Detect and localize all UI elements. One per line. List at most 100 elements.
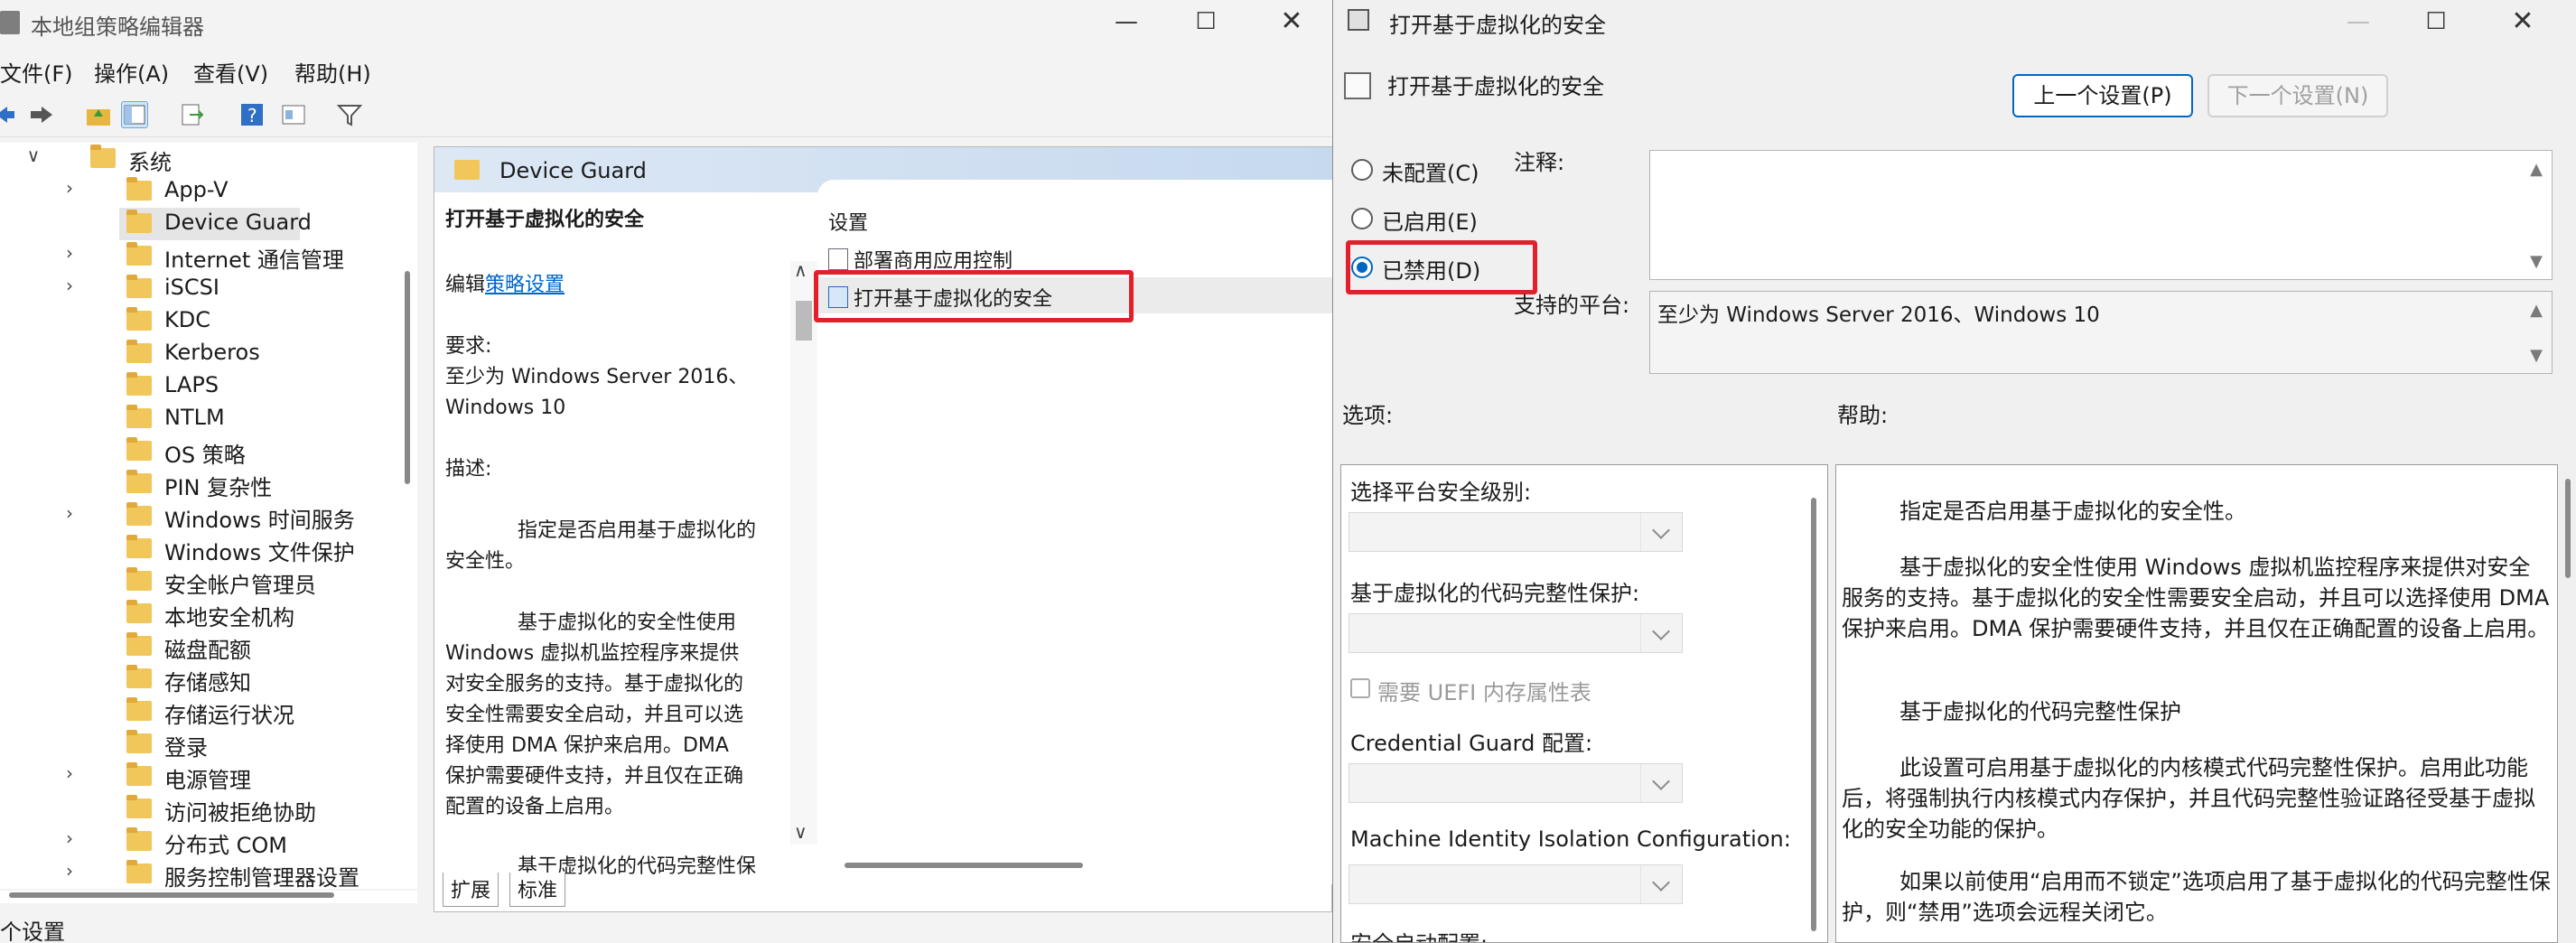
list-horizontal-scrollbar[interactable] bbox=[845, 863, 1083, 868]
settings-column-header[interactable]: 设置 bbox=[828, 207, 868, 236]
up-folder-icon[interactable] bbox=[85, 101, 112, 128]
extended-view-icon[interactable] bbox=[280, 101, 307, 128]
tree-item[interactable]: 存储感知 bbox=[0, 663, 403, 696]
credential-guard-dropdown[interactable] bbox=[1349, 763, 1683, 803]
desc-title: 打开基于虚拟化的安全 bbox=[445, 209, 645, 231]
chevron-down-icon[interactable] bbox=[1640, 865, 1682, 903]
tree-item[interactable]: 本地安全机构 bbox=[0, 598, 403, 630]
tree-item[interactable]: NTLM bbox=[0, 403, 403, 435]
show-hide-tree-icon[interactable] bbox=[121, 101, 148, 128]
folder-icon bbox=[126, 665, 152, 688]
dialog-close-button[interactable]: ✕ bbox=[2491, 4, 2554, 40]
chevron-down-icon[interactable] bbox=[1640, 764, 1682, 802]
code-integrity-dropdown[interactable] bbox=[1349, 613, 1683, 653]
tree-item[interactable]: › 电源管理 bbox=[0, 761, 403, 793]
tree-item[interactable]: 存储运行状况 bbox=[0, 696, 403, 728]
menu-file[interactable]: 文件(F) bbox=[0, 56, 73, 88]
platform-security-level-label: 选择平台安全级别: bbox=[1350, 480, 1532, 505]
machine-identity-label: Machine Identity Isolation Configuration… bbox=[1350, 826, 1791, 852]
next-setting-button[interactable]: 下一个设置(N) bbox=[2207, 74, 2388, 117]
filter-icon[interactable] bbox=[336, 101, 363, 128]
status-bar: 个设置 bbox=[0, 920, 65, 943]
folder-icon bbox=[126, 307, 152, 331]
tree-item[interactable]: LAPS bbox=[0, 370, 403, 403]
tree-item[interactable]: › Windows 时间服务 bbox=[0, 500, 403, 533]
description-scrollbar[interactable]: ∧ ∨ bbox=[790, 259, 817, 845]
previous-setting-button[interactable]: 上一个设置(P) bbox=[2012, 74, 2193, 117]
chevron-right-icon[interactable]: › bbox=[60, 177, 79, 199]
forward-arrow-icon[interactable] bbox=[27, 101, 54, 128]
menu-help[interactable]: 帮助(H) bbox=[294, 56, 371, 88]
tree-item[interactable]: Device Guard bbox=[119, 208, 312, 240]
chevron-down-icon[interactable] bbox=[1640, 614, 1682, 652]
scroll-up-icon[interactable]: ∧ bbox=[794, 259, 807, 281]
tree-item[interactable]: › 分布式 COM bbox=[0, 826, 403, 858]
scroll-up-icon[interactable]: ▲ bbox=[2526, 160, 2546, 179]
tree-item[interactable]: ∨ 系统 bbox=[0, 143, 403, 175]
chevron-right-icon[interactable]: › bbox=[60, 275, 79, 296]
machine-identity-dropdown[interactable] bbox=[1349, 864, 1683, 904]
uefi-mat-checkbox[interactable] bbox=[1350, 678, 1370, 698]
export-list-icon[interactable] bbox=[179, 101, 206, 128]
minimize-button[interactable]: — bbox=[1095, 4, 1158, 40]
comment-label: 注释: bbox=[1514, 150, 1565, 175]
folder-icon bbox=[126, 632, 152, 656]
scroll-up-icon[interactable]: ▲ bbox=[2526, 301, 2546, 320]
scroll-down-icon[interactable]: ▼ bbox=[2526, 252, 2546, 271]
tree-horizontal-scrollbar[interactable] bbox=[0, 891, 417, 903]
description-scroll-thumb[interactable] bbox=[796, 301, 812, 341]
tree-item[interactable]: Kerberos bbox=[0, 338, 403, 370]
radio-circle[interactable] bbox=[1351, 159, 1373, 181]
scroll-down-icon[interactable]: ∨ bbox=[794, 821, 807, 843]
chevron-right-icon[interactable]: › bbox=[60, 860, 79, 882]
desc-para1-l2: 安全性。 bbox=[445, 550, 526, 573]
folder-icon bbox=[126, 437, 152, 461]
chevron-right-icon[interactable]: › bbox=[60, 502, 79, 524]
tree-item[interactable]: 访问被拒绝协助 bbox=[0, 793, 403, 826]
policy-settings-link[interactable]: 策略设置 bbox=[485, 274, 565, 296]
help-icon[interactable]: ? bbox=[238, 101, 266, 128]
maximize-button[interactable]: ☐ bbox=[1174, 4, 1237, 40]
chevron-right-icon[interactable]: › bbox=[60, 242, 79, 264]
tree-item[interactable]: Windows 文件保护 bbox=[0, 533, 403, 565]
tree-item[interactable]: › iSCSI bbox=[0, 273, 403, 305]
tree-scrollbar[interactable] bbox=[405, 271, 410, 484]
comment-field[interactable]: ▲ ▼ bbox=[1649, 150, 2553, 280]
tree-item[interactable]: 磁盘配额 bbox=[0, 630, 403, 663]
tree-item[interactable]: 登录 bbox=[0, 728, 403, 761]
desc-para2-l2: Windows 虚拟机监控程序来提供 bbox=[445, 642, 740, 665]
tab-standard[interactable]: 标准 bbox=[509, 873, 566, 907]
tree-item-label: 系统 bbox=[128, 150, 172, 175]
dialog-minimize-button[interactable]: — bbox=[2327, 4, 2390, 40]
tree-item-label: 本地安全机构 bbox=[164, 605, 294, 630]
scroll-down-icon[interactable]: ▼ bbox=[2526, 346, 2546, 365]
close-button[interactable]: ✕ bbox=[1260, 4, 1323, 40]
back-arrow-icon[interactable] bbox=[0, 101, 14, 128]
options-scrollbar[interactable] bbox=[1811, 498, 1816, 931]
dialog-maximize-button[interactable]: ☐ bbox=[2404, 4, 2468, 40]
tree-item[interactable]: › App-V bbox=[0, 175, 403, 208]
menu-view[interactable]: 查看(V) bbox=[193, 56, 268, 88]
desc-para2-l4: 安全性需要安全启动，并且可以选 bbox=[445, 704, 744, 726]
tree-item[interactable]: › Internet 通信管理 bbox=[0, 240, 403, 273]
gpedit-app-icon bbox=[0, 11, 20, 34]
chevron-right-icon[interactable]: › bbox=[60, 827, 79, 849]
platform-security-level-dropdown[interactable] bbox=[1349, 512, 1683, 552]
chevron-right-icon[interactable]: › bbox=[60, 762, 79, 784]
chevron-down-icon[interactable]: ∨ bbox=[23, 145, 43, 166]
tree-item-label: 存储运行状况 bbox=[164, 703, 294, 728]
tree-item[interactable]: › 服务控制管理器设置 bbox=[0, 858, 403, 889]
radio-circle[interactable] bbox=[1351, 208, 1373, 229]
help-scrollbar[interactable] bbox=[2565, 479, 2571, 578]
menu-action[interactable]: 操作(A) bbox=[94, 56, 169, 88]
folder-icon bbox=[126, 470, 152, 493]
options-panel: 选择平台安全级别: 基于虚拟化的代码完整性保护: 需要 UEFI 内存属性表 C… bbox=[1340, 464, 1828, 943]
folder-icon bbox=[126, 730, 152, 753]
tree-item[interactable]: OS 策略 bbox=[0, 435, 403, 468]
tab-extended[interactable]: 扩展 bbox=[443, 873, 499, 907]
chevron-down-icon[interactable] bbox=[1640, 513, 1682, 551]
tree-item[interactable]: KDC bbox=[0, 305, 403, 338]
tree-item-label: 磁盘配额 bbox=[164, 638, 251, 663]
tree-item[interactable]: 安全帐户管理员 bbox=[0, 565, 403, 598]
tree-item[interactable]: PIN 复杂性 bbox=[0, 468, 403, 500]
